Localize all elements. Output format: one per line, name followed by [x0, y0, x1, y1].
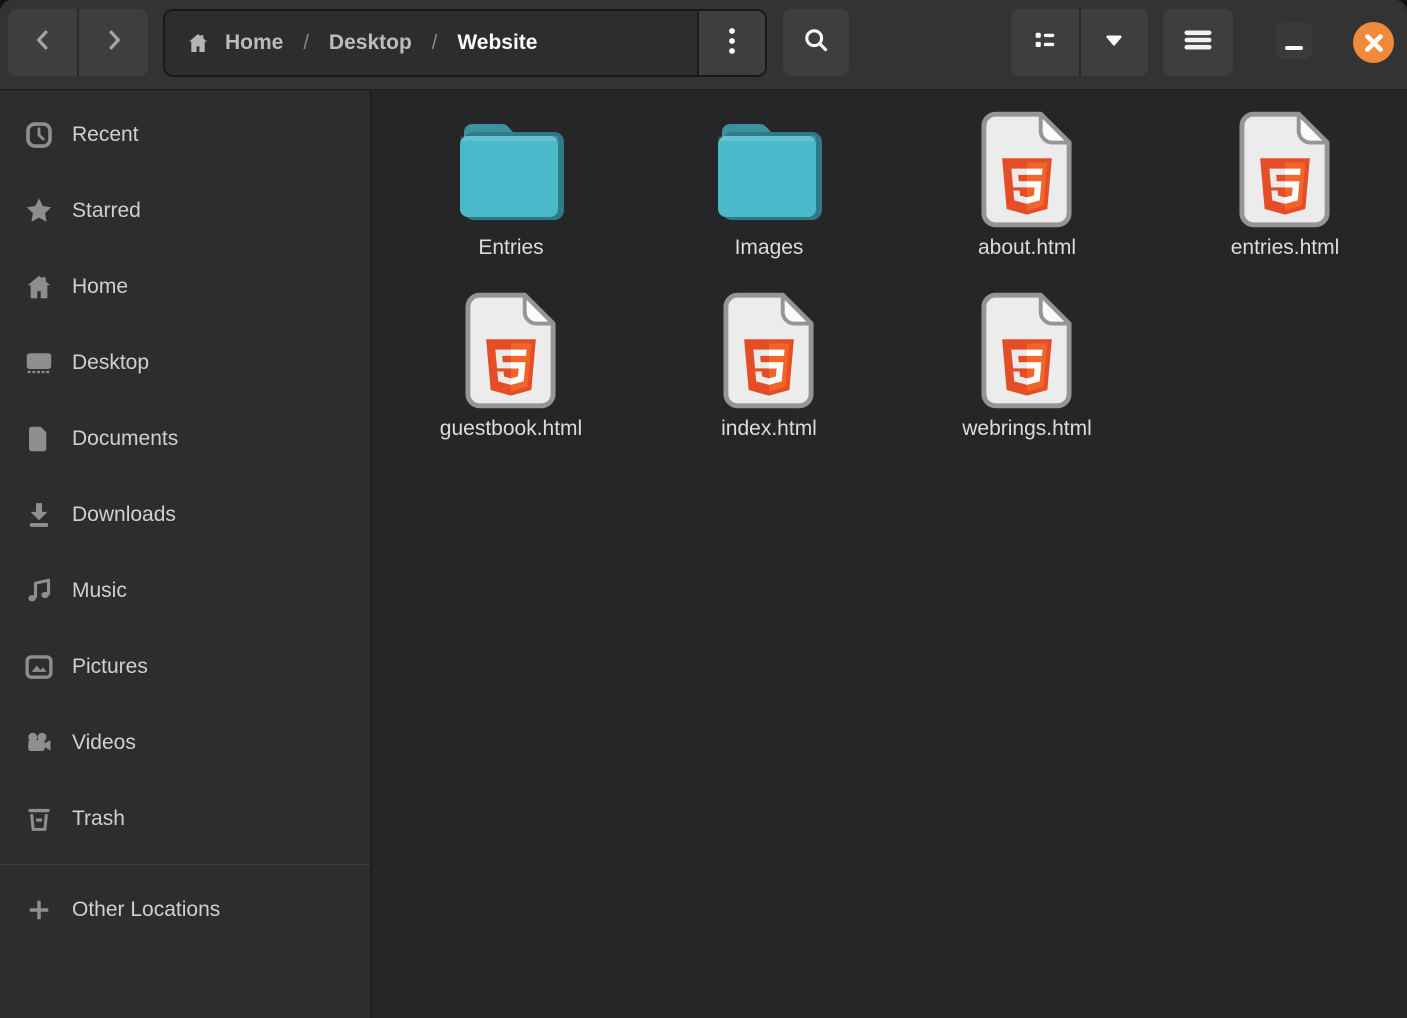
file-name: Entries [478, 236, 543, 260]
html-file-icon [980, 111, 1074, 229]
sidebar-item-documents[interactable]: Documents [0, 401, 370, 477]
ellipsis-vertical-icon [719, 24, 745, 63]
trash-icon [23, 803, 55, 835]
file-name: entries.html [1231, 236, 1340, 260]
folder-entries[interactable]: Entries [382, 111, 640, 260]
sidebar-item-label: Documents [72, 427, 178, 451]
search-icon [801, 25, 831, 60]
close-button[interactable] [1353, 22, 1394, 63]
list-view-icon [1031, 26, 1059, 59]
folder-icon [716, 111, 822, 229]
file-name: webrings.html [962, 417, 1092, 441]
star-icon [23, 195, 55, 227]
html-file-icon [722, 292, 816, 410]
chevron-left-icon [30, 27, 56, 58]
headerbar: Home / Desktop / Website [0, 0, 1407, 90]
back-button[interactable] [8, 9, 79, 76]
breadcrumb-separator: / [432, 32, 438, 55]
sidebar-item-recent[interactable]: Recent [0, 97, 370, 173]
music-icon [23, 575, 55, 607]
sidebar-list: Recent Starred Home Desktop Documents Downloa… [0, 97, 370, 857]
file-about.html[interactable]: about.html [898, 111, 1156, 260]
sidebar-item-downloads[interactable]: Downloads [0, 477, 370, 553]
sidebar-item-videos[interactable]: Videos [0, 705, 370, 781]
sidebar-item-trash[interactable]: Trash [0, 781, 370, 857]
breadcrumb: Home / Desktop / Website [165, 11, 697, 75]
sidebar-item-starred[interactable]: Starred [0, 173, 370, 249]
sidebar-footer-list: Other Locations [0, 872, 370, 948]
folder-icon [458, 111, 564, 229]
document-icon [23, 423, 55, 455]
file-name: about.html [978, 236, 1076, 260]
breadcrumb-item-home[interactable]: Home [225, 31, 283, 55]
sidebar-separator [0, 864, 370, 865]
breadcrumb-item-website[interactable]: Website [457, 31, 537, 55]
hamburger-menu-icon [1183, 25, 1213, 60]
minimize-icon [1285, 46, 1303, 51]
sidebar: Recent Starred Home Desktop Documents Downloa… [0, 91, 372, 1018]
recent-icon [23, 119, 55, 151]
sidebar-item-other-locations[interactable]: Other Locations [0, 872, 370, 948]
html-file-icon [980, 292, 1074, 410]
sidebar-item-home[interactable]: Home [0, 249, 370, 325]
file-browser-pane: Entries Images about.html entries.html guest… [374, 91, 1407, 1018]
file-manager-window: Home / Desktop / Website [0, 0, 1407, 1018]
home-breadcrumb-icon [186, 31, 210, 55]
path-options-button[interactable] [697, 11, 765, 75]
sidebar-item-label: Trash [72, 807, 125, 831]
download-icon [23, 499, 55, 531]
sidebar-item-pictures[interactable]: Pictures [0, 629, 370, 705]
search-button[interactable] [783, 9, 849, 76]
close-icon [1364, 33, 1384, 53]
plus-icon [23, 894, 55, 926]
sidebar-item-label: Desktop [72, 351, 149, 375]
sidebar-item-label: Starred [72, 199, 141, 223]
forward-button[interactable] [79, 9, 148, 76]
home-icon [23, 271, 55, 303]
sidebar-item-label: Other Locations [72, 898, 220, 922]
path-bar: Home / Desktop / Website [163, 9, 767, 77]
file-index.html[interactable]: index.html [640, 292, 898, 441]
chevron-down-icon [1101, 27, 1127, 58]
sidebar-item-label: Home [72, 275, 128, 299]
sidebar-item-label: Music [72, 579, 127, 603]
sidebar-item-music[interactable]: Music [0, 553, 370, 629]
minimize-button[interactable] [1276, 23, 1312, 59]
breadcrumb-item-desktop[interactable]: Desktop [329, 31, 412, 55]
file-entries.html[interactable]: entries.html [1156, 111, 1407, 260]
folder-images[interactable]: Images [640, 111, 898, 260]
file-webrings.html[interactable]: webrings.html [898, 292, 1156, 441]
file-name: index.html [721, 417, 817, 441]
sidebar-item-label: Videos [72, 731, 136, 755]
picture-icon [23, 651, 55, 683]
video-icon [23, 727, 55, 759]
file-name: Images [735, 236, 804, 260]
view-toggle-group [1011, 9, 1148, 76]
view-options-button[interactable] [1081, 9, 1149, 76]
chevron-right-icon [101, 27, 127, 58]
breadcrumb-separator: / [303, 32, 309, 55]
sidebar-item-label: Recent [72, 123, 139, 147]
sidebar-item-label: Pictures [72, 655, 148, 679]
file-name: guestbook.html [440, 417, 582, 441]
html-file-icon [1238, 111, 1332, 229]
html-file-icon [464, 292, 558, 410]
sidebar-item-label: Downloads [72, 503, 176, 527]
sidebar-item-desktop[interactable]: Desktop [0, 325, 370, 401]
file-guestbook.html[interactable]: guestbook.html [382, 292, 640, 441]
file-grid: Entries Images about.html entries.html guest… [374, 91, 1407, 441]
desktop-icon [23, 347, 55, 379]
list-view-button[interactable] [1011, 9, 1081, 76]
navigation-buttons [8, 9, 148, 76]
main-menu-button[interactable] [1163, 9, 1233, 76]
